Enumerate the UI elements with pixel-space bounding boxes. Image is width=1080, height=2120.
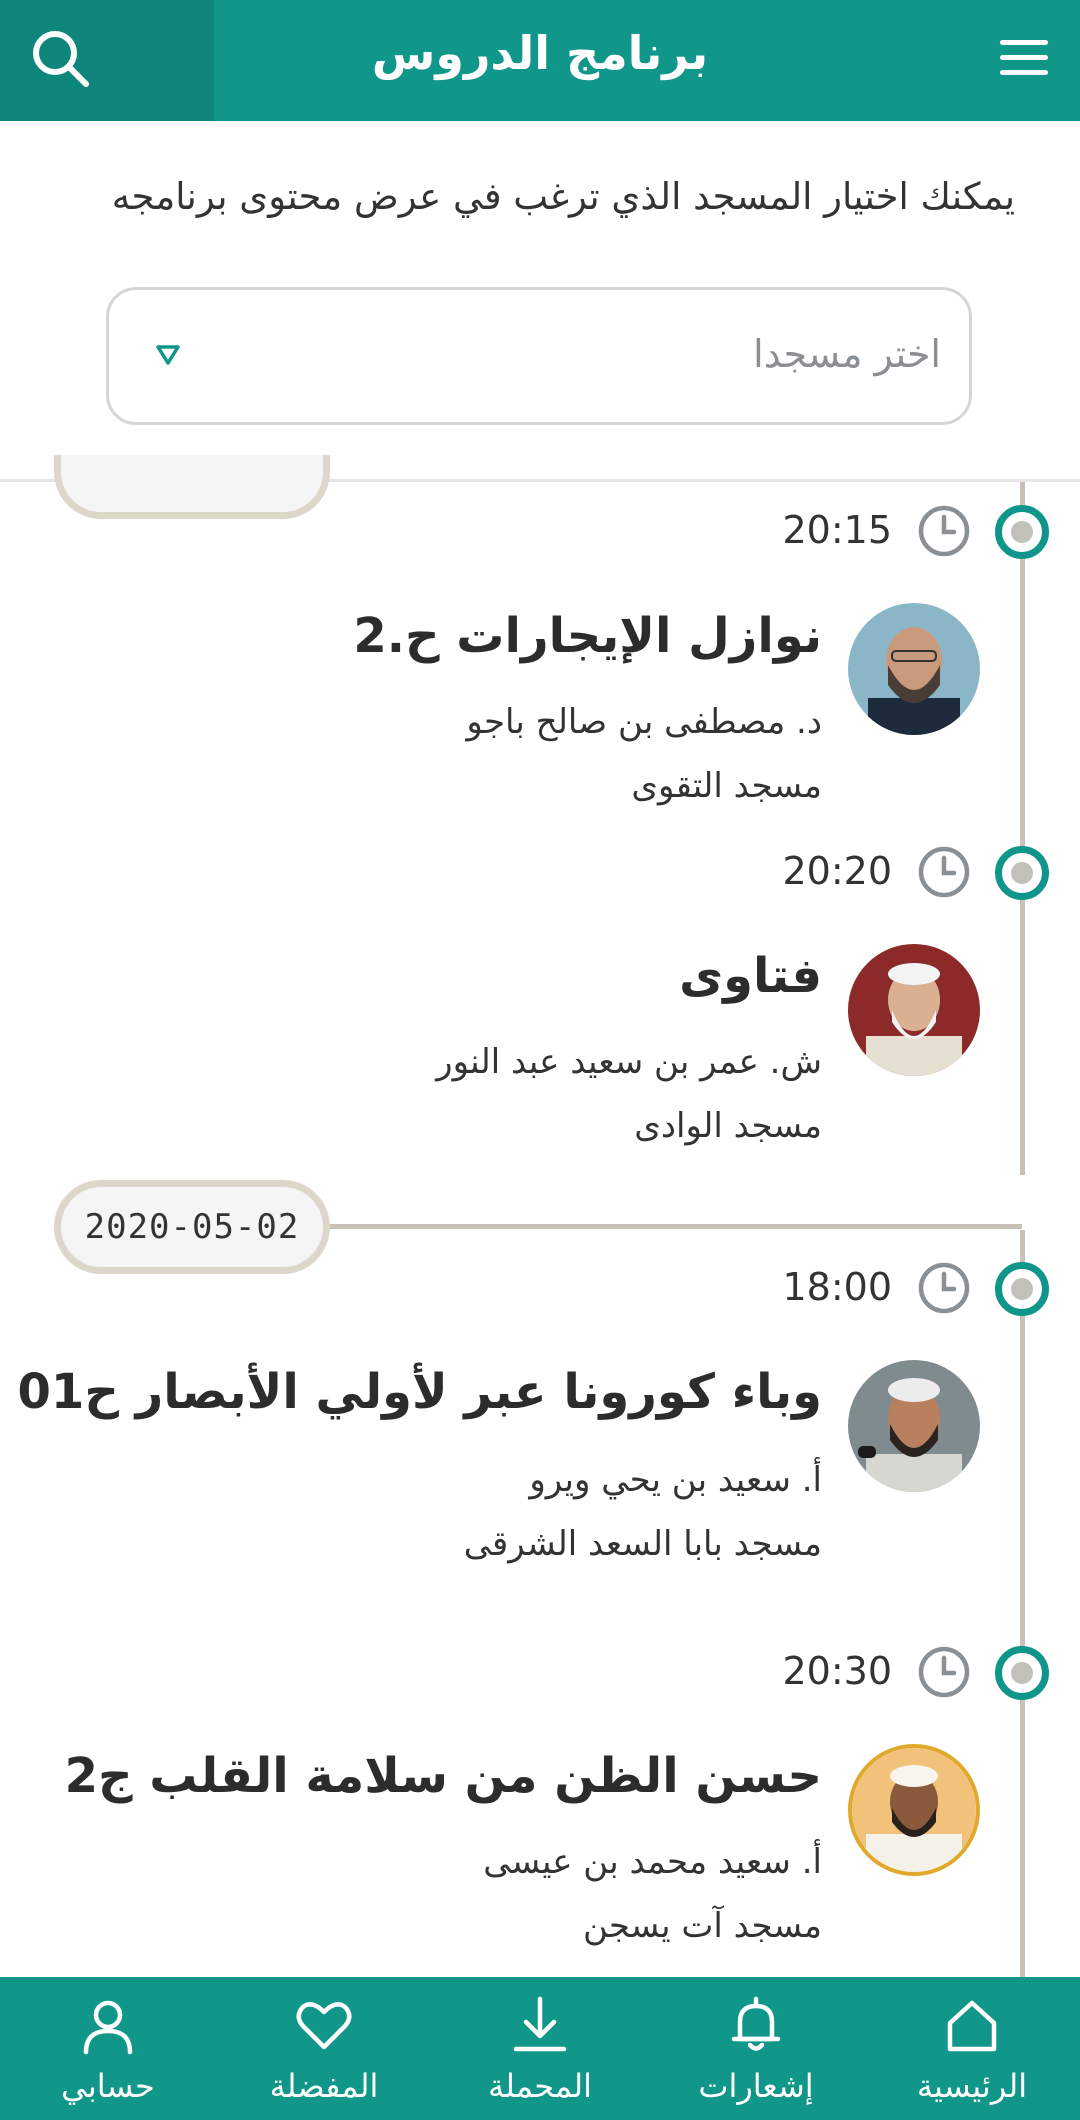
- lesson-title[interactable]: حسن الظن من سلامة القلب ج2: [65, 1748, 822, 1804]
- lesson-time: 18:00: [782, 1265, 892, 1309]
- lesson-mosque: مسجد التقوى: [631, 766, 822, 806]
- clock-icon: [918, 1262, 970, 1314]
- clock-icon: [918, 1646, 970, 1698]
- lesson-time: 20:15: [782, 508, 892, 552]
- nav-favorites[interactable]: المفضلة: [216, 1977, 432, 2120]
- lesson-mosque: مسجد الوادى: [634, 1106, 822, 1146]
- intro-text: يمكنك اختيار المسجد الذي ترغب في عرض محت…: [111, 175, 1015, 218]
- bottom-nav: حسابي المفضلة المحملة إشعارات الرئيسية: [0, 1977, 1080, 2120]
- lesson-title[interactable]: نوازل الإيجارات ح.2: [353, 608, 822, 664]
- speaker-avatar[interactable]: [848, 603, 980, 735]
- nav-downloads-label: المحملة: [487, 2067, 593, 2105]
- lesson-speaker: أ. سعيد محمد بن عيسى: [483, 1842, 822, 1882]
- lesson-time: 20:20: [782, 849, 892, 893]
- nav-downloads[interactable]: المحملة: [432, 1977, 648, 2120]
- lesson-speaker: د. مصطفى بن صالح باجو: [466, 702, 822, 742]
- clock-icon: [918, 846, 970, 898]
- nav-home-label: الرئيسية: [916, 2067, 1028, 2105]
- date-pill-previous: [54, 455, 330, 519]
- timeline-line: [1020, 1230, 1025, 1977]
- menu-icon[interactable]: [998, 36, 1050, 80]
- date-separator-line: [330, 1224, 1022, 1229]
- timeline-line: [1020, 482, 1025, 1175]
- clock-icon: [918, 505, 970, 557]
- timeline-dot: [995, 505, 1049, 559]
- speaker-avatar[interactable]: [848, 1744, 980, 1876]
- nav-favorites-label: المفضلة: [269, 2067, 379, 2105]
- lesson-mosque: مسجد آت يسجن: [582, 1906, 822, 1946]
- lesson-time: 20:30: [782, 1649, 892, 1693]
- speaker-avatar[interactable]: [848, 944, 980, 1076]
- user-icon: [83, 2000, 133, 2055]
- heart-icon: [296, 2002, 352, 2050]
- timeline-dot: [995, 846, 1049, 900]
- mosque-select[interactable]: اختر مسجدا: [106, 287, 972, 425]
- nav-notifications[interactable]: إشعارات: [648, 1977, 864, 2120]
- nav-home[interactable]: الرئيسية: [864, 1977, 1080, 2120]
- nav-account-label: حسابي: [61, 2067, 155, 2105]
- dropdown-triangle-icon: [156, 345, 180, 365]
- page-title: برنامج الدروس: [371, 26, 709, 80]
- lesson-speaker: أ. سعيد بن يحي ويرو: [529, 1460, 822, 1500]
- lesson-title[interactable]: وباء كورونا عبر لأولي الأبصار ح01: [18, 1364, 822, 1420]
- bell-icon: [731, 1996, 781, 2051]
- lesson-mosque: مسجد بابا السعد الشرقى: [463, 1524, 822, 1564]
- download-icon: [513, 1996, 567, 2052]
- timeline-dot: [995, 1262, 1049, 1316]
- home-icon: [947, 2000, 997, 2052]
- lesson-title[interactable]: فتاوى: [679, 948, 822, 1004]
- nav-notifications-label: إشعارات: [698, 2067, 814, 2105]
- lesson-speaker: ش. عمر بن سعيد عبد النور: [436, 1042, 822, 1082]
- nav-account[interactable]: حسابي: [0, 1977, 216, 2120]
- date-pill: 2020-05-02: [54, 1180, 330, 1274]
- timeline-dot: [995, 1646, 1049, 1700]
- speaker-avatar[interactable]: [848, 1360, 980, 1492]
- mosque-select-placeholder: اختر مسجدا: [753, 332, 941, 376]
- app-header: برنامج الدروس: [0, 0, 1080, 121]
